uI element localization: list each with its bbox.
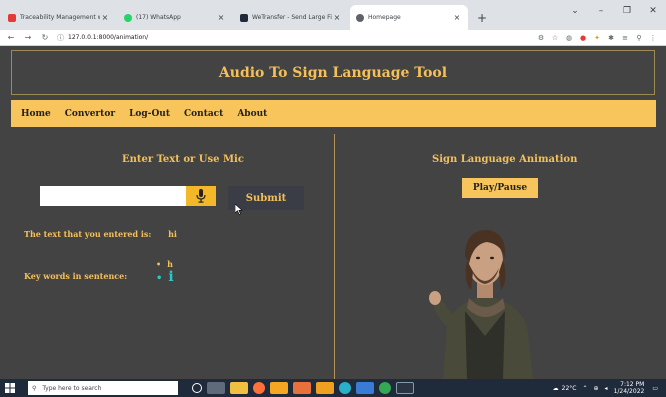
column-divider bbox=[334, 134, 335, 379]
app-icon[interactable] bbox=[270, 382, 288, 394]
nav-logout[interactable]: Log-Out bbox=[129, 109, 170, 119]
url-field[interactable]: ⓘ 127.0.0.1:8000/animation/ bbox=[57, 33, 534, 43]
date: 1/24/2022 bbox=[613, 388, 645, 395]
notification-icon[interactable]: ▭ bbox=[652, 385, 658, 392]
reload-icon[interactable]: ↻ bbox=[39, 33, 51, 42]
app-icon[interactable] bbox=[356, 382, 374, 394]
app-icon[interactable] bbox=[316, 382, 334, 394]
search-icon: ⚲ bbox=[32, 384, 37, 392]
mouse-cursor-icon bbox=[235, 204, 243, 215]
back-icon[interactable]: ← bbox=[5, 33, 17, 42]
extension-icon[interactable]: ⚙ bbox=[534, 34, 548, 42]
wetransfer-icon bbox=[240, 13, 248, 22]
info-icon[interactable]: ⓘ bbox=[57, 33, 64, 43]
nav-convertor[interactable]: Convertor bbox=[65, 109, 115, 119]
maximize-icon[interactable]: ❐ bbox=[614, 6, 640, 16]
app-icon[interactable] bbox=[396, 382, 414, 394]
cortana-icon[interactable] bbox=[192, 383, 202, 393]
url-text: 127.0.0.1:8000/animation/ bbox=[68, 34, 149, 41]
star-icon[interactable]: ☆ bbox=[548, 34, 562, 42]
browser-tabstrip: Traceability Management with In × (17) W… bbox=[0, 0, 666, 30]
keywords-label: Key words in sentence: bbox=[24, 271, 128, 281]
task-view-icon[interactable] bbox=[207, 382, 225, 394]
animation-section-title: Sign Language Animation bbox=[432, 154, 578, 165]
taskbar-apps bbox=[192, 382, 419, 394]
input-section-title: Enter Text or Use Mic bbox=[122, 154, 244, 165]
chevron-up-icon[interactable]: ⌃ bbox=[582, 385, 587, 392]
navbar: Home Convertor Log-Out Contact About bbox=[11, 100, 656, 127]
youtube-icon bbox=[8, 13, 16, 22]
search-app-icon[interactable] bbox=[293, 382, 311, 394]
play-pause-button[interactable]: Play/Pause bbox=[462, 178, 538, 198]
nav-contact[interactable]: Contact bbox=[184, 109, 223, 119]
entered-text-value: hi bbox=[168, 229, 177, 239]
clock[interactable]: 7:12 PM 1/24/2022 bbox=[614, 381, 645, 395]
weather-icon[interactable]: ☁ bbox=[553, 385, 559, 392]
tab-title: WeTransfer - Send Large Files & S bbox=[252, 14, 332, 21]
globe-icon bbox=[356, 13, 364, 22]
whatsapp-icon bbox=[124, 13, 132, 22]
menu-icon[interactable]: ⋮ bbox=[646, 34, 660, 42]
close-window-icon[interactable]: ✕ bbox=[640, 6, 666, 16]
browser-tab[interactable]: Traceability Management with In × bbox=[2, 5, 116, 30]
search-placeholder: Type here to search bbox=[42, 384, 102, 392]
time: 7:12 PM bbox=[620, 381, 645, 388]
sign-avatar-video[interactable] bbox=[425, 216, 545, 379]
profile-icon[interactable]: ⚲ bbox=[632, 34, 646, 42]
volume-icon[interactable]: ◂ bbox=[605, 385, 608, 392]
taskbar-search[interactable]: ⚲ Type here to search bbox=[28, 381, 178, 395]
network-icon[interactable]: ⊕ bbox=[594, 385, 599, 392]
page: Audio To Sign Language Tool Home Convert… bbox=[0, 46, 666, 379]
entered-text-row: The text that you entered is: hi bbox=[24, 229, 177, 239]
extension-icon[interactable]: ● bbox=[576, 34, 590, 42]
chevron-down-icon[interactable]: ⌄ bbox=[562, 6, 588, 16]
edge-icon[interactable] bbox=[339, 382, 351, 394]
close-icon[interactable]: × bbox=[216, 13, 226, 22]
keywords-list: • h • i bbox=[156, 259, 174, 285]
text-input[interactable] bbox=[40, 186, 186, 206]
list-item-active: • i bbox=[156, 269, 174, 285]
window-controls: ⌄ – ❐ ✕ bbox=[562, 6, 666, 16]
firefox-icon[interactable] bbox=[253, 382, 265, 394]
extension-icon[interactable]: ◍ bbox=[562, 34, 576, 42]
minimize-icon[interactable]: – bbox=[588, 6, 614, 16]
forward-icon[interactable]: → bbox=[22, 33, 34, 42]
nav-about[interactable]: About bbox=[237, 109, 267, 119]
address-bar: ← → ↻ ⓘ 127.0.0.1:8000/animation/ ⚙ ☆ ◍ … bbox=[0, 30, 666, 46]
header: Audio To Sign Language Tool bbox=[11, 50, 655, 95]
puzzle-icon[interactable]: ✱ bbox=[604, 34, 618, 42]
tab-title: (17) WhatsApp bbox=[136, 14, 181, 21]
keyword-text: i bbox=[168, 269, 174, 285]
extensions-area: ⚙ ☆ ◍ ● ✦ ✱ ≡ ⚲ ⋮ bbox=[534, 34, 660, 42]
keyword-text: h bbox=[167, 259, 173, 269]
close-icon[interactable]: × bbox=[100, 13, 110, 22]
new-tab-button[interactable]: + bbox=[474, 10, 490, 26]
mic-button[interactable] bbox=[186, 186, 216, 206]
microphone-icon bbox=[196, 189, 206, 203]
reading-list-icon[interactable]: ≡ bbox=[618, 34, 632, 42]
windows-start-icon[interactable] bbox=[0, 379, 20, 397]
extension-icon[interactable]: ✦ bbox=[590, 34, 604, 42]
tab-title: Homepage bbox=[368, 14, 401, 21]
close-icon[interactable]: × bbox=[332, 13, 342, 22]
close-icon[interactable]: × bbox=[452, 13, 462, 22]
nav-home[interactable]: Home bbox=[21, 109, 51, 119]
browser-tab[interactable]: WeTransfer - Send Large Files & S × bbox=[234, 5, 348, 30]
weather-temp[interactable]: 22°C bbox=[562, 385, 577, 392]
list-item: • h bbox=[156, 259, 173, 269]
entered-text-label: The text that you entered is: bbox=[24, 229, 152, 239]
taskbar: ⚲ Type here to search ☁ 22°C ⌃ ⊕ ◂ 7:12 … bbox=[0, 379, 666, 397]
file-explorer-icon[interactable] bbox=[230, 382, 248, 394]
tab-title: Traceability Management with In bbox=[20, 14, 100, 21]
chrome-icon[interactable] bbox=[379, 382, 391, 394]
browser-tab[interactable]: (17) WhatsApp × bbox=[118, 5, 232, 30]
page-title: Audio To Sign Language Tool bbox=[218, 64, 448, 81]
browser-tab-active[interactable]: Homepage × bbox=[350, 5, 468, 30]
system-tray: ☁ 22°C ⌃ ⊕ ◂ 7:12 PM 1/24/2022 ▭ bbox=[553, 379, 658, 397]
